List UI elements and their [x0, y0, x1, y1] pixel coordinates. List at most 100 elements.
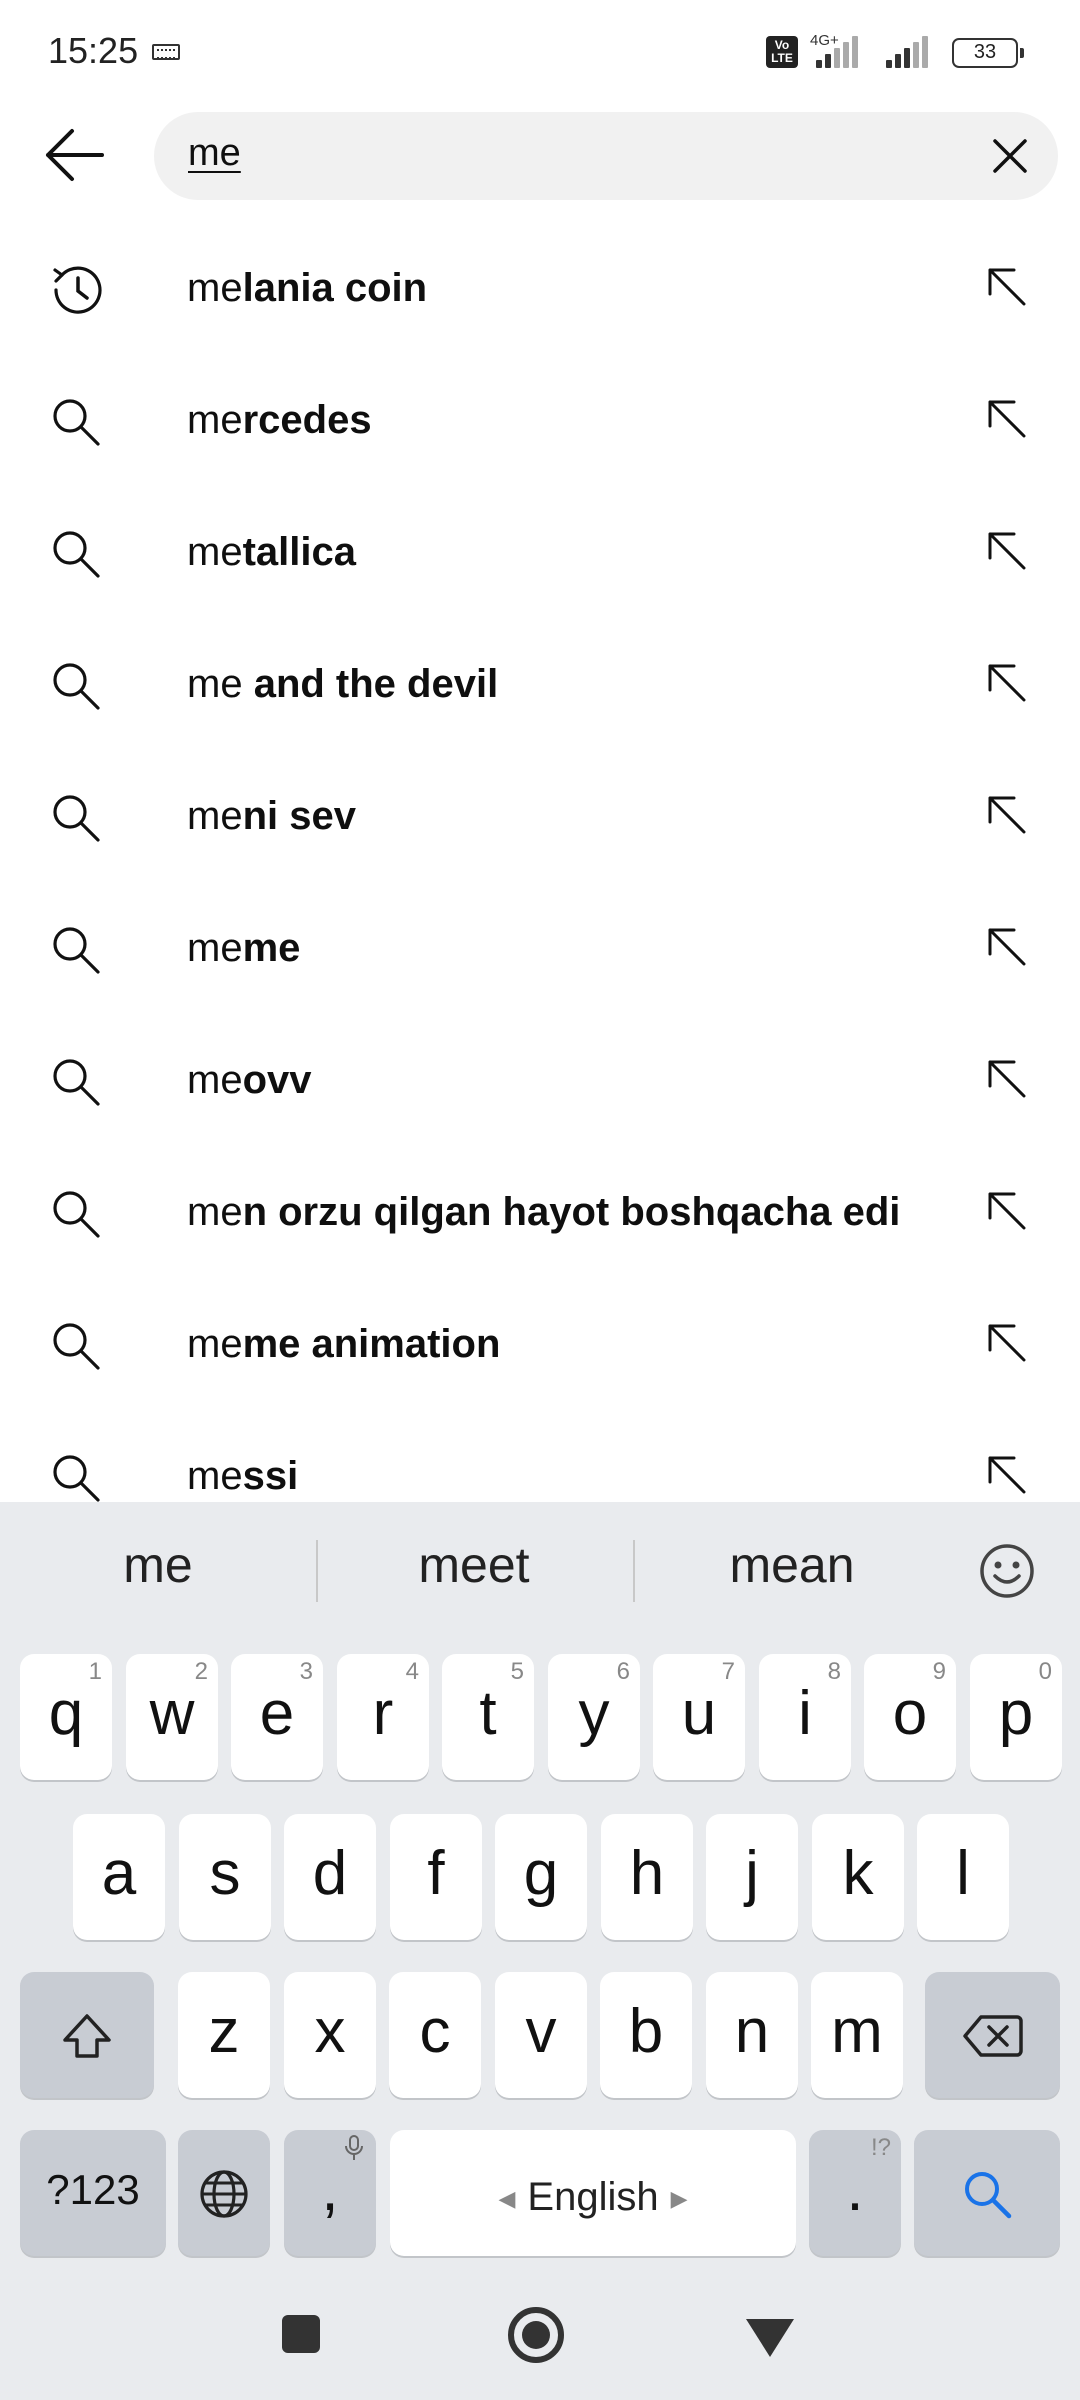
suggestion-text: me and the devil: [187, 662, 498, 707]
suggestion-row[interactable]: melania coin: [0, 224, 1080, 356]
search-action-key[interactable]: [914, 2130, 1060, 2256]
fill-query-arrow-icon[interactable]: [976, 784, 1036, 844]
suggestion-row[interactable]: mercedes: [0, 356, 1080, 488]
key-e[interactable]: e3: [231, 1654, 323, 1780]
key-hint: 1: [88, 1658, 102, 1685]
recents-button[interactable]: [282, 2315, 320, 2353]
key-s[interactable]: s: [179, 1814, 271, 1940]
fill-query-arrow-icon[interactable]: [976, 1444, 1036, 1502]
key-n[interactable]: n: [706, 1972, 798, 2098]
suggestion-matched-prefix: me: [187, 1058, 243, 1102]
shift-arrow-icon: [57, 1997, 117, 2066]
suggestion-text: meme: [187, 926, 300, 971]
key-label: w: [149, 1679, 195, 1748]
space-key[interactable]: ◀ English ▶: [390, 2130, 796, 2256]
key-label: q: [48, 1679, 84, 1748]
suggestion-completion: ovv: [242, 1058, 312, 1102]
back-nav-button[interactable]: [746, 2319, 794, 2357]
key-b[interactable]: b: [600, 1972, 692, 2098]
key-hint: 8: [827, 1658, 841, 1685]
key-label: j: [745, 1839, 759, 1908]
key-m[interactable]: m: [811, 1972, 903, 2098]
key-label: z: [208, 1997, 240, 2066]
key-l[interactable]: l: [917, 1814, 1009, 1940]
suggestion-row[interactable]: meovv: [0, 1016, 1080, 1148]
key-a[interactable]: a: [73, 1814, 165, 1940]
key-k[interactable]: k: [812, 1814, 904, 1940]
key-hint: !?: [870, 2134, 891, 2161]
prediction-meet[interactable]: meet: [324, 1536, 624, 1594]
key-t[interactable]: t5: [442, 1654, 534, 1780]
key-r[interactable]: r4: [337, 1654, 429, 1780]
backspace-key[interactable]: [925, 1972, 1060, 2098]
clear-search-button[interactable]: [980, 126, 1040, 186]
period-key[interactable]: .!?: [809, 2130, 901, 2256]
signal-strength-icon: [816, 36, 876, 68]
search-icon: [46, 788, 106, 848]
emoji-button[interactable]: [978, 1542, 1036, 1600]
fill-query-arrow-icon[interactable]: [976, 1312, 1036, 1372]
key-u[interactable]: u7: [653, 1654, 745, 1780]
language-key[interactable]: [178, 2130, 270, 2256]
fill-query-arrow-icon[interactable]: [976, 916, 1036, 976]
search-input[interactable]: me: [154, 112, 1058, 200]
shift-key[interactable]: [20, 1972, 154, 2098]
suggestion-row[interactable]: men orzu qilgan hayot boshqacha edi: [0, 1148, 1080, 1280]
comma-key[interactable]: ,: [284, 2130, 376, 2256]
suggestion-row[interactable]: meni sev: [0, 752, 1080, 884]
suggestion-completion: and the devil: [242, 662, 499, 706]
key-label: e: [259, 1679, 295, 1748]
volte-badge: Vo LTE: [766, 36, 798, 68]
key-h[interactable]: h: [601, 1814, 693, 1940]
search-icon: [46, 524, 106, 584]
prediction-mean[interactable]: mean: [642, 1536, 942, 1594]
key-label: u: [681, 1679, 717, 1748]
key-label: d: [312, 1839, 348, 1908]
prediction-me[interactable]: me: [8, 1536, 308, 1594]
home-button[interactable]: [508, 2307, 564, 2363]
prediction-divider: [316, 1540, 318, 1602]
key-x[interactable]: x: [284, 1972, 376, 2098]
fill-query-arrow-icon[interactable]: [976, 1048, 1036, 1108]
search-icon: [46, 1052, 106, 1112]
key-w[interactable]: w2: [126, 1654, 218, 1780]
key-p[interactable]: p0: [970, 1654, 1062, 1780]
key-q[interactable]: q1: [20, 1654, 112, 1780]
suggestion-row[interactable]: meme: [0, 884, 1080, 1016]
fill-query-arrow-icon[interactable]: [976, 1180, 1036, 1240]
key-o[interactable]: o9: [864, 1654, 956, 1780]
key-y[interactable]: y6: [548, 1654, 640, 1780]
suggestion-row[interactable]: metallica: [0, 488, 1080, 620]
status-time: 15:25: [48, 30, 139, 71]
key-g[interactable]: g: [495, 1814, 587, 1940]
fill-query-arrow-icon[interactable]: [976, 256, 1036, 316]
key-z[interactable]: z: [178, 1972, 270, 2098]
search-icon: [46, 1448, 106, 1502]
suggestion-row[interactable]: me and the devil: [0, 620, 1080, 752]
fill-query-arrow-icon[interactable]: [976, 520, 1036, 580]
space-key-label: ◀ English ▶: [486, 2175, 699, 2219]
prediction-divider: [633, 1540, 635, 1602]
key-label: x: [314, 1997, 346, 2066]
chevron-right-icon: ▶: [670, 2186, 688, 2212]
arrow-left-icon: [46, 129, 104, 181]
suggestion-row[interactable]: messi: [0, 1412, 1080, 1502]
fill-query-arrow-icon[interactable]: [976, 388, 1036, 448]
search-query-text[interactable]: me: [188, 132, 241, 175]
fill-query-arrow-icon[interactable]: [976, 652, 1036, 712]
key-label: g: [523, 1839, 559, 1908]
key-f[interactable]: f: [390, 1814, 482, 1940]
key-d[interactable]: d: [284, 1814, 376, 1940]
key-label: i: [798, 1679, 812, 1748]
key-v[interactable]: v: [495, 1972, 587, 2098]
key-label: r: [372, 1679, 394, 1748]
key-j[interactable]: j: [706, 1814, 798, 1940]
search-icon: [46, 656, 106, 716]
key-c[interactable]: c: [389, 1972, 481, 2098]
key-hint: 7: [721, 1658, 735, 1685]
suggestion-row[interactable]: meme animation: [0, 1280, 1080, 1412]
key-hint: 2: [194, 1658, 208, 1685]
symbols-key[interactable]: ?123: [20, 2130, 166, 2256]
back-button[interactable]: [40, 118, 120, 192]
key-i[interactable]: i8: [759, 1654, 851, 1780]
